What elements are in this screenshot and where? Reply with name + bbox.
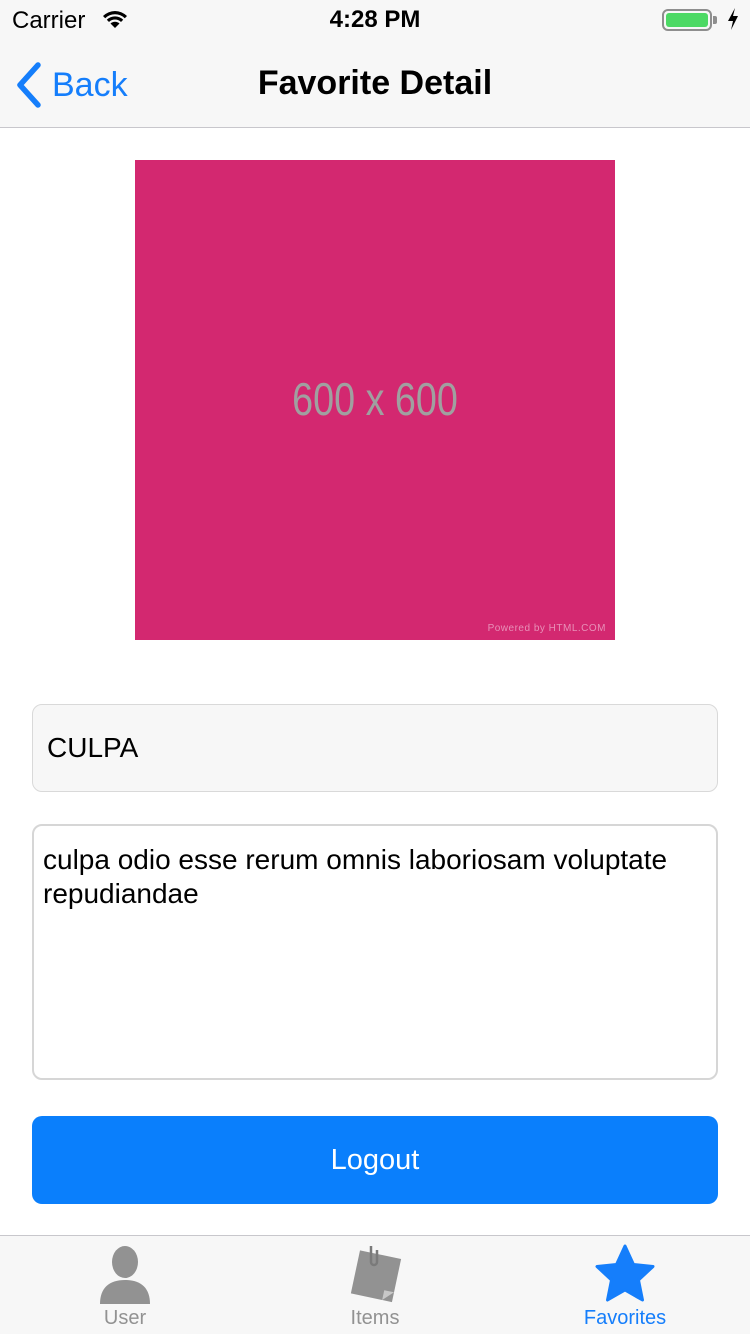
bolt-icon (726, 7, 740, 36)
tab-user[interactable]: User (0, 1236, 250, 1334)
user-icon (100, 1246, 150, 1304)
status-time: 4:28 PM (329, 6, 421, 33)
status-bar: Carrier 4:28 PM (0, 0, 750, 40)
description-field[interactable]: culpa odio esse rerum omnis laboriosam v… (32, 824, 718, 1080)
tab-favorites[interactable]: Favorites (500, 1236, 750, 1334)
star-icon (595, 1244, 655, 1302)
navigation-bar: Back Favorite Detail (0, 40, 750, 128)
page-title: Favorite Detail (257, 64, 493, 102)
tab-label-user: User (103, 1307, 147, 1329)
battery-cap (713, 16, 717, 24)
notes-icon (350, 1246, 402, 1303)
tab-label-favorites: Favorites (583, 1307, 667, 1329)
tab-bar: User Items Favorites (0, 1235, 750, 1334)
battery-icon (662, 9, 712, 31)
tab-label-items: Items (350, 1307, 400, 1329)
image-size-label: 600 x 600 (292, 373, 458, 425)
item-image: 600 x 600 Powered by HTML.COM (135, 160, 615, 640)
image-credit: Powered by HTML.COM (487, 623, 606, 634)
title-field[interactable]: CULPA (32, 704, 718, 792)
logout-button[interactable]: Logout (32, 1116, 718, 1204)
battery-fill (666, 13, 708, 27)
tab-items[interactable]: Items (250, 1236, 500, 1334)
